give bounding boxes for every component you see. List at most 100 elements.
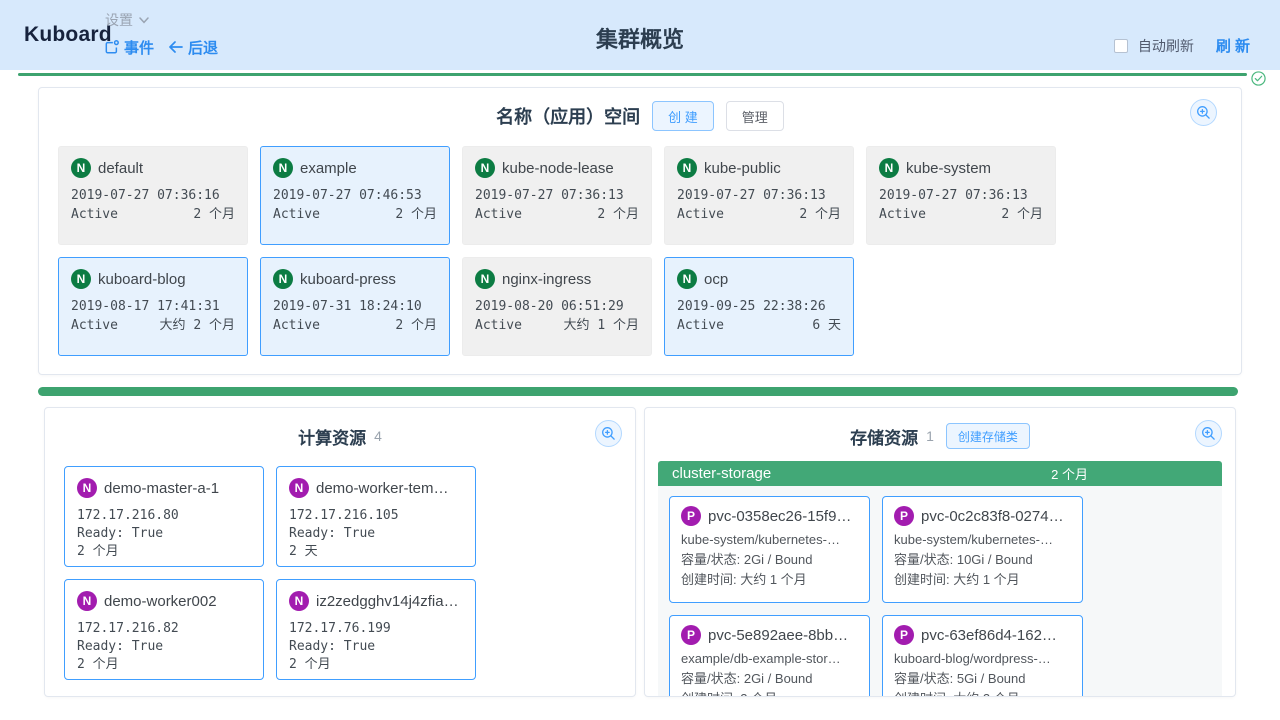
namespace-card[interactable]: N default 2019-07-27 07:36:16 Active 2 个… [58, 146, 248, 245]
namespace-age: 2 个月 [193, 206, 235, 224]
create-storage-class-button[interactable]: 创建存储类 [946, 423, 1030, 449]
pvc-card[interactable]: P pvc-5e892aee-8bb… example/db-example-s… [669, 615, 870, 697]
namespace-icon: N [475, 158, 495, 178]
namespace-status: Active [273, 206, 320, 224]
compute-title: 计算资源 [298, 424, 366, 449]
namespace-icon: N [475, 269, 495, 289]
namespace-card[interactable]: N kube-system 2019-07-27 07:36:13 Active… [866, 146, 1056, 245]
namespace-icon: N [879, 158, 899, 178]
create-namespace-button[interactable]: 创 建 [652, 101, 714, 131]
pvc-capacity-status: 容量/状态: 2Gi / Bound [681, 550, 858, 570]
namespace-icon: N [71, 269, 91, 289]
namespace-age: 2 个月 [799, 206, 841, 224]
node-icon: N [289, 591, 309, 611]
refresh-button[interactable]: 刷 新 [1216, 35, 1250, 56]
namespace-card[interactable]: N nginx-ingress 2019-08-20 06:51:29 Acti… [462, 257, 652, 356]
node-ip: 172.17.216.82 [77, 620, 251, 638]
node-ready-status: Ready: True [77, 525, 251, 543]
pvc-created-at: 创建时间: 大约 2 个月 [894, 689, 1071, 697]
namespace-age: 2 个月 [395, 206, 437, 224]
namespaces-panel-header: 名称（应用）空间 创 建 管理 [39, 101, 1241, 131]
node-icon: N [77, 478, 97, 498]
pvc-icon: P [681, 506, 701, 526]
pvc-claim: kube-system/kubernetes-… [894, 530, 1071, 550]
pvc-card[interactable]: P pvc-63ef86d4-162… kuboard-blog/wordpre… [882, 615, 1083, 697]
storage-zoom-button[interactable] [1195, 420, 1222, 447]
namespace-created-at: 2019-07-27 07:36:13 [677, 187, 841, 205]
namespace-icon: N [273, 158, 293, 178]
pvc-created-at: 创建时间: 2 个月 [681, 689, 858, 697]
pvc-name: pvc-63ef86d4-162… [921, 627, 1057, 644]
zoom-in-icon [1201, 426, 1216, 441]
namespace-card[interactable]: N kuboard-press 2019-07-31 18:24:10 Acti… [260, 257, 450, 356]
namespace-status: Active [475, 206, 522, 224]
app-header: Kuboard 设置 事件 后退 集群概览 自动刷新 刷 新 [0, 0, 1280, 70]
namespace-status: Active [879, 206, 926, 224]
namespace-name: kuboard-press [300, 271, 396, 288]
compute-panel-header: 计算资源 4 [45, 421, 635, 451]
namespace-age: 2 个月 [1001, 206, 1043, 224]
compute-panel: 计算资源 4 N demo-master-a-1 172.17.216.80 R… [44, 407, 636, 697]
pvc-icon: P [894, 506, 914, 526]
namespace-card[interactable]: N kube-node-lease 2019-07-27 07:36:13 Ac… [462, 146, 652, 245]
namespace-card[interactable]: N kube-public 2019-07-27 07:36:13 Active… [664, 146, 854, 245]
node-card-grid: N demo-master-a-1 172.17.216.80 Ready: T… [45, 460, 635, 686]
namespace-card[interactable]: N example 2019-07-27 07:46:53 Active 2 个… [260, 146, 450, 245]
namespace-created-at: 2019-07-27 07:46:53 [273, 187, 437, 205]
node-card[interactable]: N demo-worker002 172.17.216.82 Ready: Tr… [64, 579, 264, 680]
storage-class-name: cluster-storage [672, 465, 771, 482]
page-title: 集群概览 [0, 22, 1280, 54]
node-ready-status: Ready: True [289, 638, 463, 656]
storage-panel-header: 存储资源 1 创建存储类 [645, 421, 1235, 451]
node-age: 2 天 [289, 543, 463, 561]
compute-count: 4 [374, 428, 382, 444]
namespace-icon: N [677, 269, 697, 289]
node-ready-status: Ready: True [77, 638, 251, 656]
namespace-icon: N [677, 158, 697, 178]
namespace-name: default [98, 160, 143, 177]
check-circle-icon [1251, 71, 1266, 86]
namespace-name: kube-public [704, 160, 781, 177]
pvc-claim: kuboard-blog/wordpress-… [894, 649, 1071, 669]
namespace-status: Active [677, 206, 724, 224]
node-card[interactable]: N demo-master-a-1 172.17.216.80 Ready: T… [64, 466, 264, 567]
pvc-claim: example/db-example-stor… [681, 649, 858, 669]
page: Kuboard 设置 事件 后退 集群概览 自动刷新 刷 新 [0, 0, 1280, 720]
namespace-card-grid: N default 2019-07-27 07:36:16 Active 2 个… [39, 140, 1241, 362]
storage-count: 1 [926, 428, 934, 444]
node-age: 2 个月 [77, 656, 251, 674]
pvc-card[interactable]: P pvc-0358ec26-15f9… kube-system/kuberne… [669, 496, 870, 603]
namespaces-zoom-button[interactable] [1190, 99, 1217, 126]
pvc-capacity-status: 容量/状态: 10Gi / Bound [894, 550, 1071, 570]
auto-refresh-checkbox[interactable] [1114, 39, 1128, 53]
pvc-capacity-status: 容量/状态: 2Gi / Bound [681, 669, 858, 689]
namespace-icon: N [273, 269, 293, 289]
zoom-in-icon [601, 426, 616, 441]
namespaces-panel: 名称（应用）空间 创 建 管理 N default 2019-07-27 07:… [38, 87, 1242, 375]
namespace-status: Active [677, 317, 724, 335]
namespace-age: 2 个月 [597, 206, 639, 224]
node-ip: 172.17.216.105 [289, 507, 463, 525]
storage-class-age: 2 个月 [1051, 464, 1088, 483]
namespace-name: example [300, 160, 357, 177]
node-card[interactable]: N iz2zedgghv14j4zfia… 172.17.76.199 Read… [276, 579, 476, 680]
progress-line [18, 73, 1247, 76]
manage-namespace-button[interactable]: 管理 [726, 101, 784, 131]
zoom-in-icon [1196, 105, 1211, 120]
namespace-icon: N [71, 158, 91, 178]
pvc-card[interactable]: P pvc-0c2c83f8-0274… kube-system/kuberne… [882, 496, 1083, 603]
namespace-name: ocp [704, 271, 728, 288]
header-actions: 自动刷新 刷 新 [1114, 35, 1250, 56]
storage-class-group: cluster-storage 2 个月 P pvc-0358ec26-15f9… [658, 461, 1222, 697]
storage-class-header[interactable]: cluster-storage 2 个月 [658, 461, 1222, 486]
namespace-created-at: 2019-08-17 17:41:31 [71, 298, 235, 316]
namespace-card[interactable]: N kuboard-blog 2019-08-17 17:41:31 Activ… [58, 257, 248, 356]
namespace-status: Active [475, 317, 522, 335]
pvc-name: pvc-0c2c83f8-0274… [921, 508, 1064, 525]
compute-zoom-button[interactable] [595, 420, 622, 447]
node-card[interactable]: N demo-worker-tem… 172.17.216.105 Ready:… [276, 466, 476, 567]
namespace-created-at: 2019-09-25 22:38:26 [677, 298, 841, 316]
namespace-card[interactable]: N ocp 2019-09-25 22:38:26 Active 6 天 [664, 257, 854, 356]
storage-panel: 存储资源 1 创建存储类 cluster-storage 2 个月 P pvc-… [644, 407, 1236, 697]
node-name: demo-master-a-1 [104, 480, 219, 497]
